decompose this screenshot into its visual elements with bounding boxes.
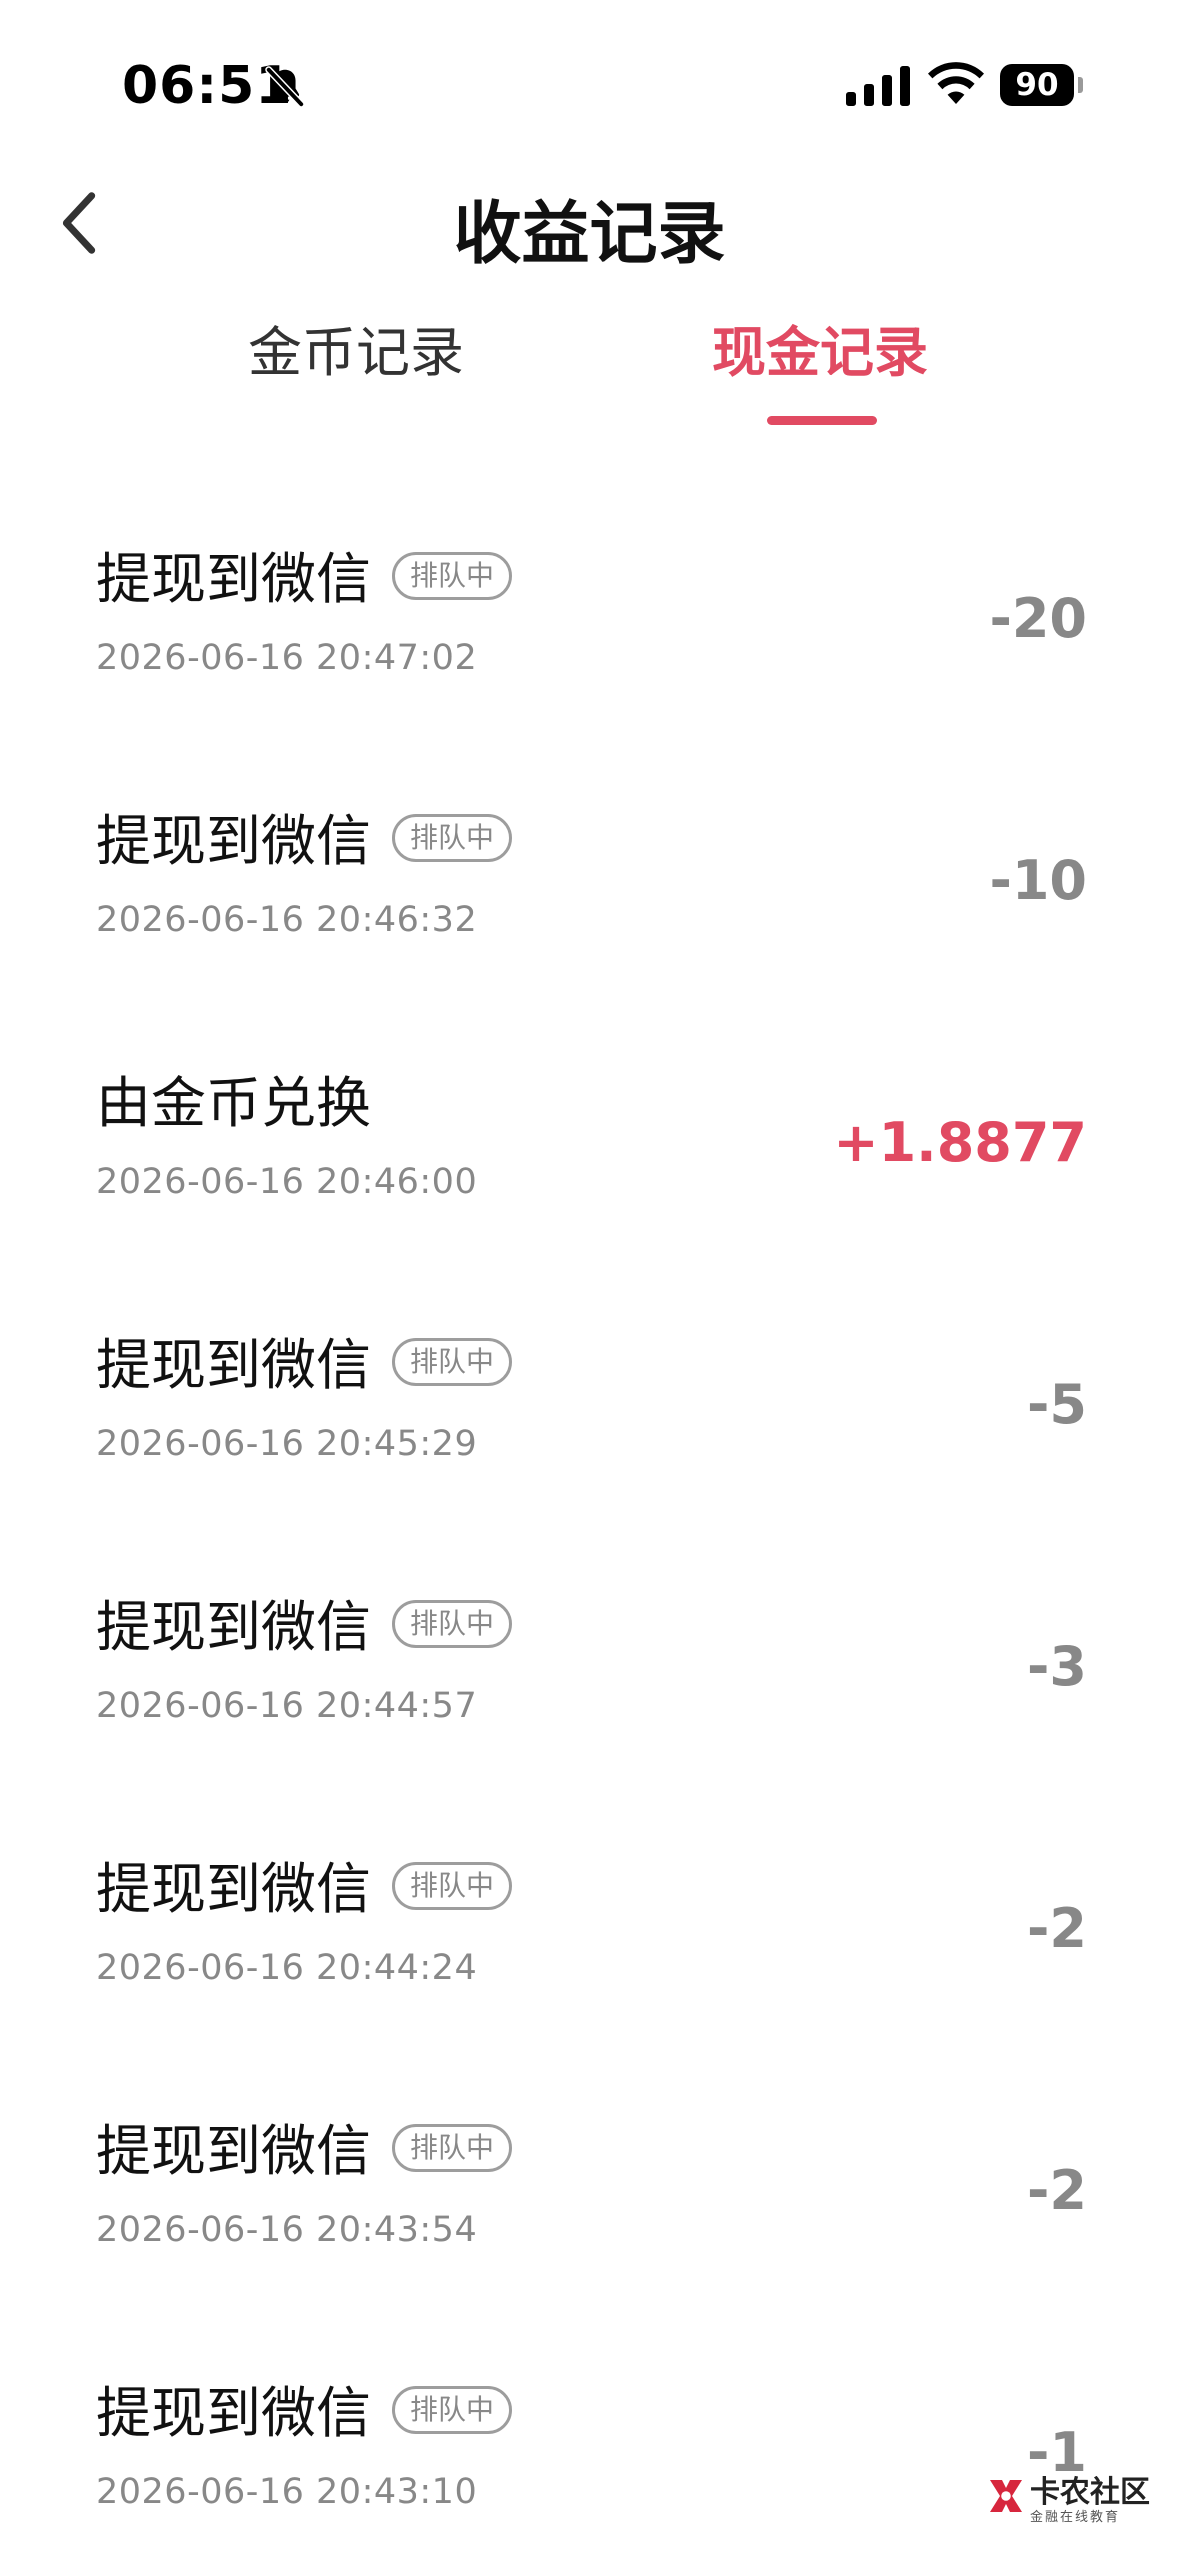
list-item: 提现到微信 排队中 2026-06-16 20:45:29 -5 bbox=[0, 1330, 1179, 1592]
tab-active-indicator bbox=[767, 416, 877, 425]
record-timestamp: 2026-06-16 20:43:54 bbox=[96, 2210, 478, 2250]
status-badge: 排队中 bbox=[392, 2386, 512, 2434]
list-item: 提现到微信 排队中 2026-06-16 20:43:10 -1 bbox=[0, 2378, 1179, 2556]
record-timestamp: 2026-06-16 20:45:29 bbox=[96, 1424, 478, 1464]
cellular-signal-icon bbox=[846, 66, 910, 106]
record-timestamp: 2026-06-16 20:46:32 bbox=[96, 900, 478, 940]
record-amount: -2 bbox=[1027, 2159, 1087, 2222]
bell-slash-icon bbox=[265, 66, 305, 108]
list-item: 提现到微信 排队中 2026-06-16 20:43:54 -2 bbox=[0, 2116, 1179, 2378]
record-amount: -20 bbox=[989, 587, 1087, 650]
record-amount: -3 bbox=[1027, 1635, 1087, 1698]
kanong-logo-icon bbox=[990, 2480, 1022, 2512]
record-timestamp: 2026-06-16 20:44:57 bbox=[96, 1686, 478, 1726]
watermark-tagline: 金融在线教育 bbox=[1030, 2510, 1121, 2525]
record-title: 提现到微信 bbox=[96, 1333, 372, 1397]
tab-cash-records[interactable]: 现金记录 bbox=[712, 318, 928, 388]
record-amount: -10 bbox=[989, 849, 1087, 912]
page-title: 收益记录 bbox=[453, 195, 726, 274]
status-badge: 排队中 bbox=[392, 814, 512, 862]
wifi-icon bbox=[928, 62, 984, 104]
status-badge: 排队中 bbox=[392, 2124, 512, 2172]
watermark-name: 卡农社区 bbox=[1030, 2475, 1150, 2510]
record-timestamp: 2026-06-16 20:43:10 bbox=[96, 2472, 478, 2512]
record-title: 提现到微信 bbox=[96, 547, 372, 611]
screen: 06:51 90 收益记录 金币记录 现金记录 提现到微信 排队中 2026-0… bbox=[0, 0, 1179, 2556]
list-item: 由金币兑换 2026-06-16 20:46:00 +1.8877 bbox=[0, 1068, 1179, 1330]
status-badge: 排队中 bbox=[392, 1862, 512, 1910]
battery-level: 90 bbox=[1015, 67, 1059, 103]
status-badge: 排队中 bbox=[392, 1600, 512, 1648]
status-badge: 排队中 bbox=[392, 552, 512, 600]
record-timestamp: 2026-06-16 20:46:00 bbox=[96, 1162, 478, 1202]
record-title: 提现到微信 bbox=[96, 1857, 372, 1921]
record-title: 提现到微信 bbox=[96, 809, 372, 873]
tab-coin-records[interactable]: 金币记录 bbox=[248, 318, 464, 388]
record-title: 提现到微信 bbox=[96, 2381, 372, 2445]
record-amount: -2 bbox=[1027, 1897, 1087, 1960]
battery-icon: 90 bbox=[1000, 64, 1074, 106]
record-title: 提现到微信 bbox=[96, 2119, 372, 2183]
record-timestamp: 2026-06-16 20:44:24 bbox=[96, 1948, 478, 1988]
status-badge: 排队中 bbox=[392, 1338, 512, 1386]
list-item: 提现到微信 排队中 2026-06-16 20:44:57 -3 bbox=[0, 1592, 1179, 1854]
list-item: 提现到微信 排队中 2026-06-16 20:44:24 -2 bbox=[0, 1854, 1179, 2116]
battery-cap bbox=[1078, 77, 1083, 93]
list-item: 提现到微信 排队中 2026-06-16 20:46:32 -10 bbox=[0, 806, 1179, 1068]
record-title: 提现到微信 bbox=[96, 1595, 372, 1659]
list-item: 提现到微信 排队中 2026-06-16 20:47:02 -20 bbox=[0, 544, 1179, 806]
record-timestamp: 2026-06-16 20:47:02 bbox=[96, 638, 478, 678]
record-amount: -5 bbox=[1027, 1373, 1087, 1436]
record-amount: +1.8877 bbox=[833, 1111, 1087, 1174]
record-title: 由金币兑换 bbox=[96, 1071, 372, 1135]
